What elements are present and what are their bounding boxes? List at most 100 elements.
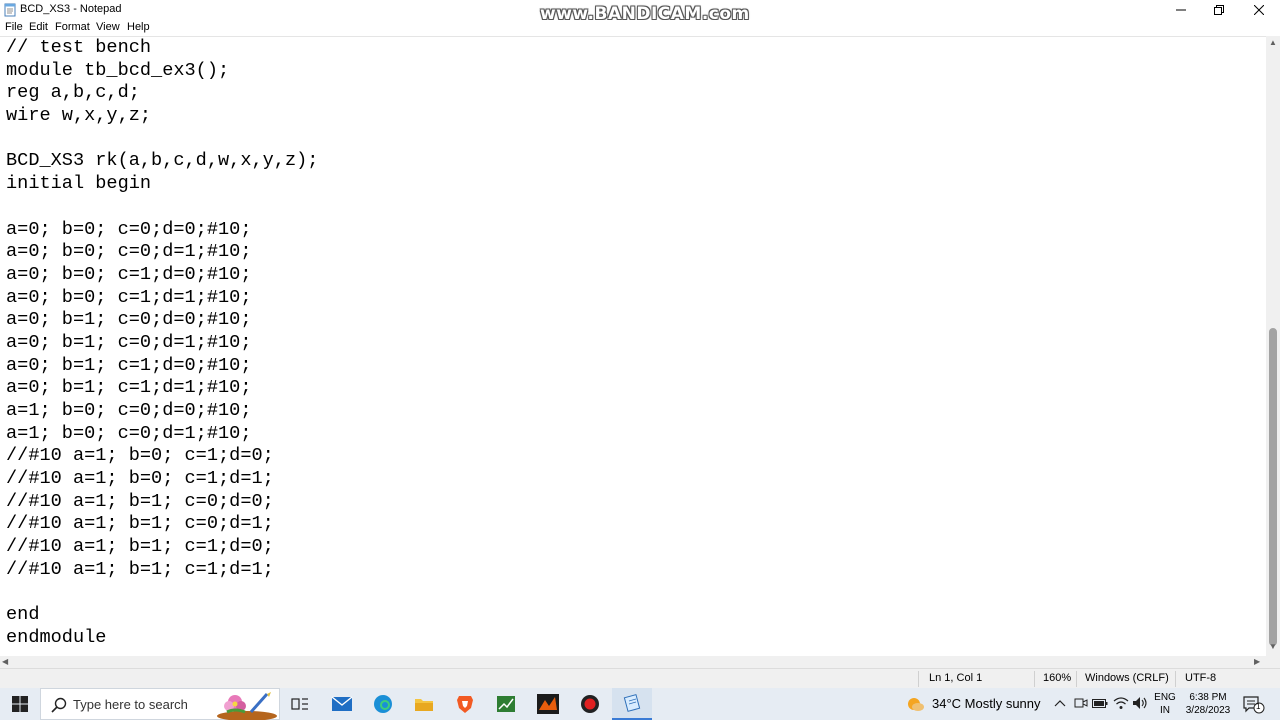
status-divider [1175,671,1176,687]
minimize-button[interactable] [1162,0,1200,20]
clock-time: 6:38 PM [1189,692,1227,703]
clock-date: 3/28/2023 [1185,705,1231,716]
menu-edit[interactable]: Edit [29,21,48,33]
status-bar: Ln 1, Col 1 160% Windows (CRLF) UTF-8 [0,668,1280,689]
scroll-down-icon[interactable]: ▼ [1269,642,1277,651]
region-code: IN [1160,705,1170,716]
close-icon [1254,5,1264,15]
vertical-scroll-thumb[interactable] [1269,328,1277,646]
search-icon [51,697,67,713]
code-line: // test bench [6,37,152,58]
spreadsheet-app-icon [497,696,515,712]
code-line: //#10 a=1; b=0; c=1;d=0; [6,445,274,467]
brave-browser-icon [457,696,473,713]
code-line: a=0; b=0; c=0;d=0;#10; [6,218,252,240]
file-encoding: UTF-8 [1185,672,1217,684]
code-line: //#10 a=1; b=0; c=1;d=1; [6,468,274,490]
scroll-up-icon[interactable]: ▲ [1269,38,1277,47]
notepad-icon [623,694,641,712]
meet-now-icon[interactable] [1074,696,1088,710]
notifications-icon[interactable] [1243,696,1265,714]
scrollbar-corner [1266,656,1280,668]
cursor-position: Ln 1, Col 1 [929,672,983,684]
code-line: //#10 a=1; b=1; c=1;d=0; [6,536,274,558]
taskbar-mail[interactable] [327,692,357,716]
horizontal-scrollbar[interactable]: ◀ ▶ [0,656,1266,668]
code-line: a=0; b=0; c=1;d=1;#10; [6,286,252,308]
search-placeholder: Type here to search [73,697,188,712]
volume-icon[interactable] [1132,696,1148,710]
mail-icon [331,696,353,711]
edge-browser-icon [374,695,392,713]
editor-content[interactable]: // test bench module tb_bcd_ex3(); reg a,b… [6,37,318,650]
close-button[interactable] [1240,0,1278,20]
battery-icon[interactable] [1092,697,1108,709]
notepad-icon [4,3,16,17]
code-line: //#10 a=1; b=1; c=0;d=1; [6,513,274,535]
taskbar-file-explorer[interactable] [409,692,439,716]
code-line: endmodule [6,626,107,648]
code-line: a=0; b=1; c=0;d=1;#10; [6,331,252,353]
status-divider [918,671,919,687]
clock[interactable]: 6:38 PM 3/28/2023 [1180,691,1236,717]
code-line: a=0; b=0; c=1;d=0;#10; [6,263,252,285]
chevron-up-icon[interactable] [1054,698,1066,708]
taskbar: Type here to search 34°C Mostly sunny EN… [0,688,1280,720]
taskbar-app-green[interactable] [491,692,521,716]
restore-button[interactable] [1200,0,1238,20]
minimize-icon [1176,9,1186,11]
menu-file[interactable]: File [5,21,23,33]
menu-view[interactable]: View [96,21,120,33]
input-language[interactable]: ENG IN [1152,691,1178,717]
zoom-level: 160% [1043,672,1072,684]
taskbar-notepad[interactable] [612,688,652,720]
scroll-left-icon[interactable]: ◀ [2,657,8,666]
code-line: end [6,604,40,626]
taskbar-bandicam[interactable] [575,692,605,716]
wifi-icon[interactable] [1113,696,1129,710]
search-highlight-icon [217,692,277,720]
code-line: a=1; b=0; c=0;d=0;#10; [6,400,252,421]
status-divider [1076,671,1077,687]
line-ending: Windows (CRLF) [1085,672,1169,684]
code-line: wire w,x,y,z; [6,105,152,127]
menu-bar: File Edit Format View Help [0,20,1280,36]
code-line: module tb_bcd_ex3(); [6,59,230,81]
menu-help[interactable]: Help [127,21,150,33]
text-editor[interactable]: // test bench module tb_bcd_ex3(); reg a,b… [0,36,1266,657]
code-line: //#10 a=1; b=1; c=1;d=1; [6,558,274,580]
weather-sun-icon [908,698,924,711]
taskbar-search-box[interactable]: Type here to search [40,688,280,720]
code-line: a=0; b=1; c=1;d=0;#10; [6,354,252,376]
weather-widget[interactable]: 34°C Mostly sunny [932,696,1041,711]
title-bar: BCD_XS3 - Notepad www.BANDICAM.com [0,0,1280,24]
notification-badge: 1 [1256,702,1261,711]
code-line: initial begin [6,173,152,195]
taskbar-brave[interactable] [450,692,480,716]
code-line: //#10 a=1; b=1; c=0;d=0; [6,490,274,512]
restore-icon [1214,5,1224,15]
code-line: BCD_XS3 rk(a,b,c,d,w,x,y,z); [6,150,319,172]
code-line: reg a,b,c,d; [6,82,140,104]
menu-format[interactable]: Format [55,21,90,33]
vertical-scrollbar[interactable]: ▲ ▼ [1266,36,1280,656]
code-line: a=0; b=0; c=0;d=1;#10; [6,241,252,263]
record-icon [581,695,599,713]
app-wave-icon [537,694,559,714]
folder-icon [415,699,433,711]
code-line: a=0; b=1; c=1;d=1;#10; [6,377,252,399]
task-view-icon [291,698,308,710]
code-line: a=1; b=0; c=0;d=1;#10; [6,422,252,444]
task-view-button[interactable] [285,692,315,716]
code-line: a=0; b=1; c=0;d=0;#10; [6,309,252,331]
taskbar-edge[interactable] [368,692,398,716]
scroll-right-icon[interactable]: ▶ [1254,657,1260,666]
window-title: BCD_XS3 - Notepad [20,3,122,15]
windows-logo-icon [12,696,28,712]
taskbar-app-matlab[interactable] [533,692,563,716]
status-divider [1034,671,1035,687]
start-button[interactable] [0,688,40,720]
